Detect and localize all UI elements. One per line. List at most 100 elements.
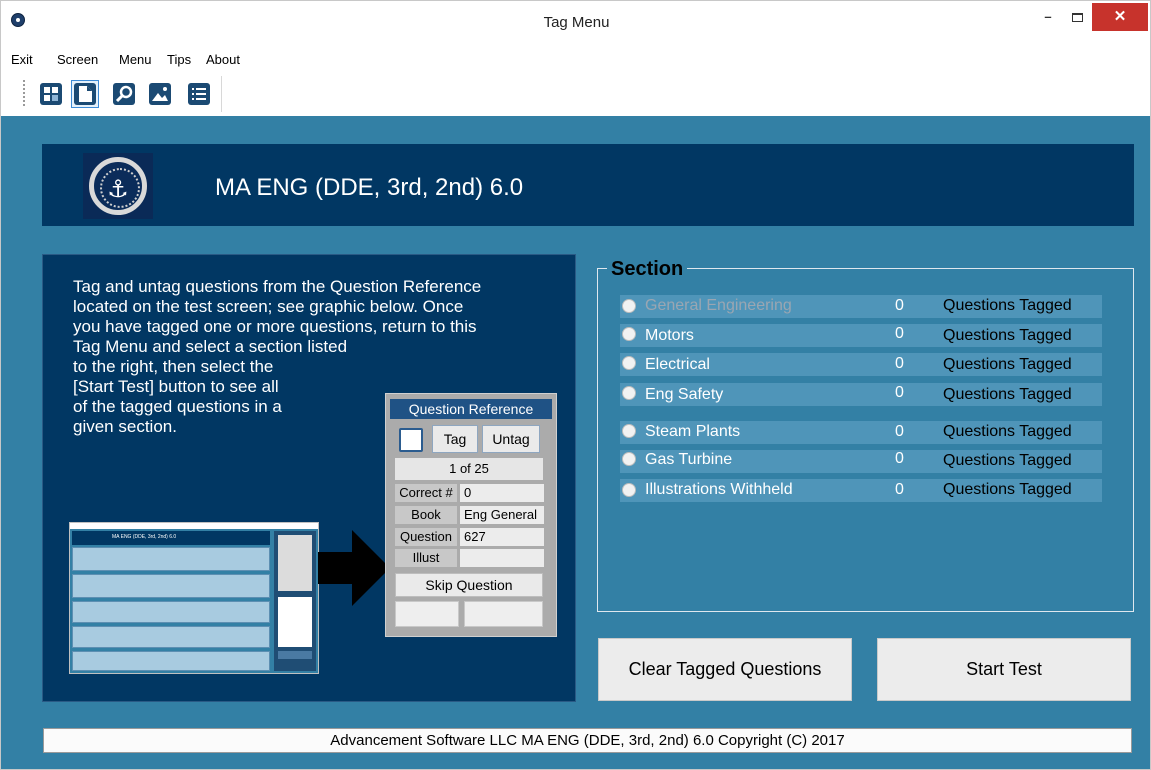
question-value: 627 <box>460 528 544 546</box>
tagged-label: Questions Tagged <box>943 297 1072 314</box>
tagged-label: Questions Tagged <box>943 386 1072 403</box>
document-icon <box>74 83 96 105</box>
blank-field <box>395 601 459 627</box>
tagged-label: Questions Tagged <box>943 327 1072 344</box>
radio-illustrations-withheld[interactable] <box>622 483 636 497</box>
question-count: 1 of 25 <box>395 458 543 480</box>
window-title: Tag Menu <box>543 14 610 31</box>
logo-ring: ⚓ <box>89 157 147 215</box>
tagged-count: 0 <box>895 481 904 498</box>
toolbar <box>0 72 1151 116</box>
section-name[interactable]: Eng Safety <box>645 386 723 404</box>
thumbnail-question-reference <box>278 535 312 591</box>
minimize-button[interactable]: – <box>1034 3 1062 31</box>
instruction-line: Tag Menu and select a section listed <box>73 337 348 356</box>
list-icon <box>188 83 210 105</box>
section-name[interactable]: General Engineering <box>645 297 792 315</box>
menu-menu[interactable]: Menu <box>119 52 152 67</box>
book-value: Eng General <box>460 506 544 524</box>
untag-button: Untag <box>482 425 540 453</box>
section-name[interactable]: Electrical <box>645 356 710 374</box>
illust-value <box>460 549 544 567</box>
instruction-line: you have tagged one or more questions, r… <box>73 317 477 336</box>
calculator-icon <box>40 83 62 105</box>
tagged-label: Questions Tagged <box>943 423 1072 440</box>
radio-general-engineering[interactable] <box>622 299 636 313</box>
test-screen-thumbnail: MA ENG (DDE, 3rd, 2nd) 6.0 <box>69 522 319 674</box>
section-name[interactable]: Steam Plants <box>645 423 740 441</box>
radio-steam-plants[interactable] <box>622 424 636 438</box>
illust-label: Illust <box>395 549 457 567</box>
section-name[interactable]: Gas Turbine <box>645 451 732 469</box>
radio-electrical[interactable] <box>622 356 636 370</box>
thumbnail-answer <box>72 601 270 623</box>
thumbnail-illustration <box>278 597 312 647</box>
blank-field <box>464 601 543 627</box>
thumbnail-title: MA ENG (DDE, 3rd, 2nd) 6.0 <box>112 534 177 540</box>
menu-bar: Exit Screen Menu Tips About <box>0 46 1151 72</box>
toolbar-separator <box>221 76 222 112</box>
question-reference-title: Question Reference <box>390 399 552 419</box>
tagged-label: Questions Tagged <box>943 356 1072 373</box>
tagged-count: 0 <box>895 325 904 342</box>
list-button[interactable] <box>185 80 213 108</box>
instruction-line: [Start Test] button to see all <box>73 377 279 396</box>
thumbnail-menu-bar <box>70 523 318 529</box>
radio-motors[interactable] <box>622 327 636 341</box>
thumbnail-sidebar <box>274 531 316 671</box>
instruction-line: to the right, then select the <box>73 357 274 376</box>
search-button[interactable] <box>110 80 138 108</box>
correct-value: 0 <box>460 484 544 502</box>
arrow-right-icon <box>318 530 390 606</box>
maximize-button[interactable] <box>1063 3 1091 31</box>
tag-checkbox <box>399 428 423 452</box>
radio-gas-turbine[interactable] <box>622 452 636 466</box>
menu-about[interactable]: About <box>206 52 240 67</box>
search-icon <box>113 83 135 105</box>
radio-eng-safety[interactable] <box>622 386 636 400</box>
instruction-line: Tag and untag questions from the Questio… <box>73 277 482 296</box>
header-banner <box>42 144 1134 226</box>
close-button[interactable]: ✕ <box>1092 3 1148 31</box>
tagged-count: 0 <box>895 297 904 314</box>
thumbnail-question <box>72 547 270 571</box>
anchor-logo: ⚓ <box>83 153 153 219</box>
instruction-line: of the tagged questions in a <box>73 397 282 416</box>
menu-screen[interactable]: Screen <box>57 52 98 67</box>
tagged-label: Questions Tagged <box>943 452 1072 469</box>
document-button[interactable] <box>71 80 99 108</box>
thumbnail-banner: MA ENG (DDE, 3rd, 2nd) 6.0 <box>72 531 270 545</box>
calculator-button[interactable] <box>37 80 65 108</box>
instruction-line: located on the test screen; see graphic … <box>73 297 464 316</box>
image-icon <box>149 83 171 105</box>
tagged-count: 0 <box>895 355 904 372</box>
thumbnail-bar <box>278 651 312 659</box>
menu-tips[interactable]: Tips <box>167 52 191 67</box>
tagged-count: 0 <box>895 423 904 440</box>
instruction-line: given section. <box>73 417 177 436</box>
question-label: Question <box>395 528 457 546</box>
anchor-icon: ⚓ <box>107 175 129 203</box>
section-title: Section <box>607 258 688 281</box>
image-button[interactable] <box>146 80 174 108</box>
maximize-icon <box>1071 13 1083 23</box>
status-bar: Advancement Software LLC MA ENG (DDE, 3r… <box>43 728 1132 753</box>
thumbnail-answer <box>72 651 270 671</box>
thumbnail-answer <box>72 574 270 598</box>
tagged-count: 0 <box>895 450 904 467</box>
skip-question-button: Skip Question <box>395 573 543 597</box>
section-name[interactable]: Motors <box>645 327 694 345</box>
section-name[interactable]: Illustrations Withheld <box>645 481 793 499</box>
thumbnail-answer <box>72 626 270 648</box>
book-label: Book <box>395 506 457 524</box>
page-title: MA ENG (DDE, 3rd, 2nd) 6.0 <box>215 174 524 201</box>
title-bar: Tag Menu – ✕ <box>0 0 1151 46</box>
menu-exit[interactable]: Exit <box>11 52 33 67</box>
toolbar-grip[interactable] <box>23 80 26 106</box>
correct-label: Correct # <box>395 484 457 502</box>
tagged-count: 0 <box>895 384 904 401</box>
tagged-label: Questions Tagged <box>943 481 1072 498</box>
clear-tagged-questions-button[interactable]: Clear Tagged Questions <box>598 638 852 701</box>
start-test-button[interactable]: Start Test <box>877 638 1131 701</box>
tag-button: Tag <box>432 425 478 453</box>
